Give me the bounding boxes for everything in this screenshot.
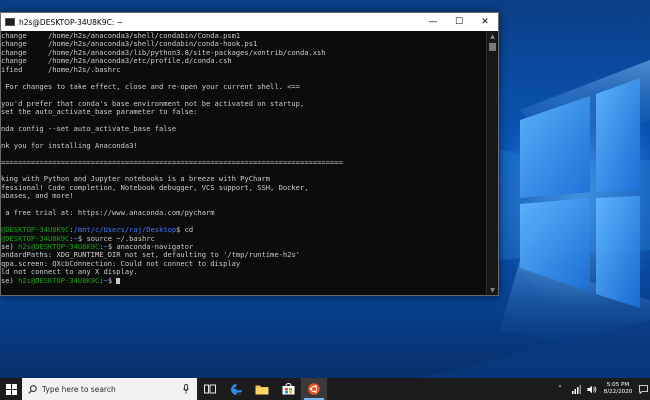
terminal-history-line: a free trial at: https://www.anaconda.co… (1, 208, 215, 218)
ubuntu-icon (308, 383, 320, 395)
terminal-history-line: abases, and more! (1, 191, 74, 201)
prompt-command: $ (107, 275, 117, 285)
windows-start-icon (5, 383, 17, 395)
window-title: h2s@DESKTOP-34U8K9C: ~ (19, 17, 124, 27)
vertical-scrollbar[interactable]: ▲ ▼ (486, 31, 498, 295)
clock-time: 5:05 PM (606, 382, 630, 388)
terminal-history-line: ified /home/h2s/.bashrc (1, 64, 121, 74)
search-box[interactable]: Type here to search (22, 378, 197, 400)
task-view-icon (204, 384, 216, 394)
file-explorer-button[interactable] (249, 378, 275, 400)
store-icon (282, 383, 294, 395)
terminal-history-line: For changes to take effect, close and re… (1, 81, 300, 91)
minimize-icon: — (428, 17, 438, 27)
terminal-history: change /home/h2s/anaconda3/shell/condabi… (1, 31, 486, 226)
network-icon (572, 384, 581, 394)
scroll-thumb[interactable] (489, 43, 496, 51)
maximize-button[interactable]: ☐ (446, 13, 472, 31)
task-view-button[interactable] (197, 378, 223, 400)
taskbar: Type here to search ˄ 5:05 PM 8/22/2020 (0, 378, 650, 400)
terminal-history-line: set the auto_activate_base parameter to … (1, 106, 198, 116)
terminal-history-line: nda config --set auto_activate_base fals… (1, 123, 177, 133)
volume-button[interactable] (584, 378, 600, 400)
terminal-icon (5, 18, 15, 26)
text-cursor (116, 277, 121, 284)
edge-icon (230, 383, 242, 395)
terminal-history-line: fessional! Code completion, Notebook deb… (1, 182, 309, 192)
window-controls: — ☐ ✕ (420, 13, 498, 31)
maximize-icon: ☐ (454, 17, 464, 27)
show-hidden-icons-button[interactable]: ˄ (552, 378, 568, 400)
terminal-window[interactable]: h2s@DESKTOP-34U8K9C: ~ — ☐ ✕ change /hom… (0, 12, 499, 296)
scroll-down-icon[interactable]: ▼ (487, 285, 498, 295)
ubuntu-terminal-button[interactable] (301, 378, 327, 400)
close-icon: ✕ (481, 17, 489, 27)
prompt-user: h2s@DESKTOP-34U8K9C (18, 275, 100, 285)
terminal-line-prompt-4: se) h2s@DESKTOP-34U8K9C:~$ (1, 275, 486, 285)
clock-date: 8/22/2020 (603, 389, 633, 395)
folder-icon (255, 385, 269, 394)
store-button[interactable] (275, 378, 301, 400)
scroll-up-icon[interactable]: ▲ (487, 31, 498, 41)
search-placeholder: Type here to search (42, 384, 116, 394)
terminal-output[interactable]: change /home/h2s/anaconda3/shell/condabi… (1, 31, 486, 295)
minimize-button[interactable]: — (420, 13, 446, 31)
network-button[interactable] (568, 378, 584, 400)
terminal-history-line: ========================================… (1, 157, 343, 167)
system-tray: ˄ 5:05 PM 8/22/2020 (552, 378, 650, 400)
clock[interactable]: 5:05 PM 8/22/2020 (600, 382, 636, 396)
notification-icon (638, 384, 648, 394)
search-icon (28, 384, 37, 394)
close-button[interactable]: ✕ (472, 13, 498, 31)
microphone-icon[interactable] (183, 384, 189, 394)
action-center-button[interactable] (636, 384, 650, 394)
prompt-command: $ cd (176, 225, 194, 235)
volume-icon (587, 385, 597, 393)
title-bar[interactable]: h2s@DESKTOP-34U8K9C: ~ — ☐ ✕ (1, 13, 498, 31)
start-button[interactable] (0, 378, 22, 400)
chevron-up-icon: ˄ (558, 385, 562, 393)
edge-browser-button[interactable] (223, 378, 249, 400)
terminal-history-line: nk you for installing Anaconda3! (1, 140, 138, 150)
prompt-env: se) (1, 275, 19, 285)
